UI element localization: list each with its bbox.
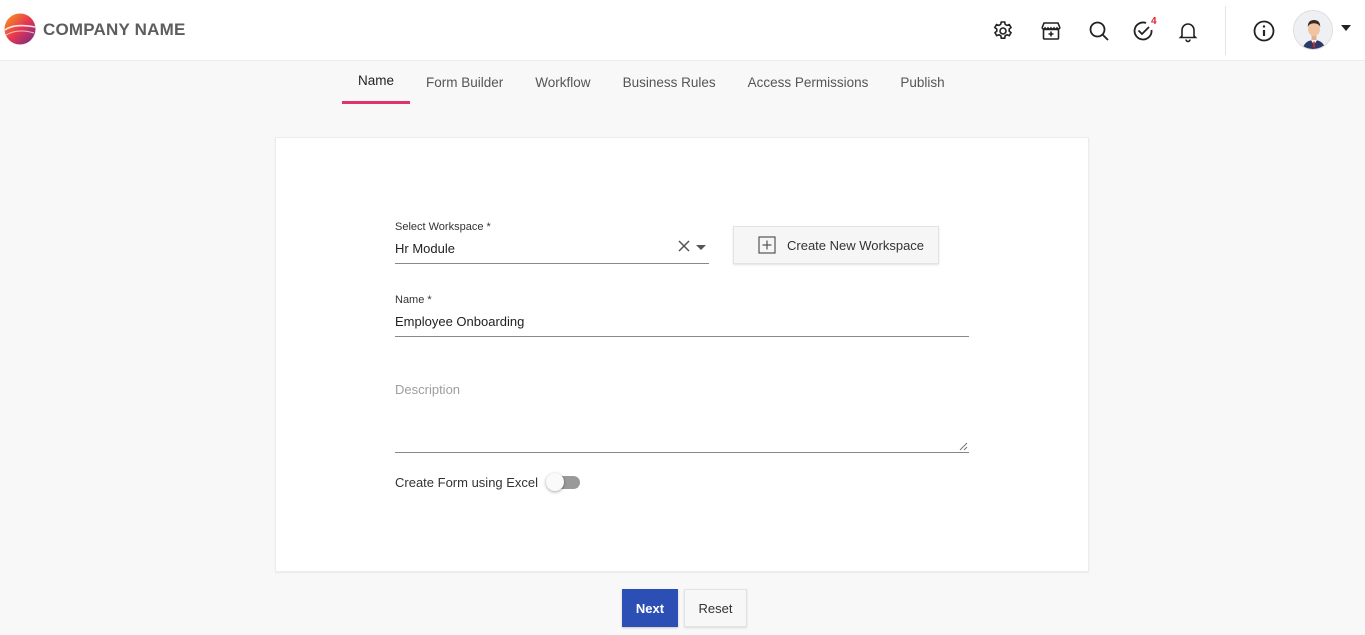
create-workspace-button[interactable]: Create New Workspace <box>733 226 939 264</box>
add-box-icon <box>758 236 776 254</box>
next-button[interactable]: Next <box>622 589 678 627</box>
bell-icon[interactable] <box>1175 18 1201 44</box>
form-card <box>275 137 1089 572</box>
tab-access-permissions[interactable]: Access Permissions <box>732 61 885 104</box>
workspace-select[interactable]: Hr Module <box>395 241 675 256</box>
toggle-knob <box>546 473 564 491</box>
workspace-chevron-down-icon[interactable] <box>696 245 706 250</box>
settings-gear-icon[interactable] <box>990 18 1016 44</box>
name-underline <box>395 336 969 337</box>
step-tabs: Name Form Builder Workflow Business Rule… <box>342 61 961 104</box>
reset-button[interactable]: Reset <box>684 589 747 627</box>
description-textarea[interactable]: Description <box>395 382 460 397</box>
company-logo-icon <box>4 13 36 45</box>
tab-form-builder[interactable]: Form Builder <box>410 61 519 104</box>
user-avatar-icon <box>1294 11 1332 49</box>
user-menu-chevron-down-icon[interactable] <box>1341 25 1351 31</box>
header-divider <box>1225 6 1226 55</box>
workspace-label: Select Workspace * <box>395 221 491 233</box>
info-icon[interactable] <box>1251 18 1277 44</box>
top-header: COMPANY NAME 4 <box>0 0 1365 61</box>
store-add-icon[interactable] <box>1038 18 1064 44</box>
name-label: Name * <box>395 294 432 306</box>
resize-handle-icon[interactable] <box>958 441 968 451</box>
excel-toggle[interactable] <box>546 473 580 491</box>
tab-name[interactable]: Name <box>342 61 411 104</box>
tab-business-rules[interactable]: Business Rules <box>607 61 732 104</box>
user-avatar[interactable] <box>1293 10 1333 50</box>
workspace-underline <box>395 263 709 264</box>
excel-toggle-label: Create Form using Excel <box>395 475 539 490</box>
search-icon[interactable] <box>1086 18 1112 44</box>
clear-icon[interactable] <box>677 239 691 253</box>
create-workspace-label: Create New Workspace <box>787 237 925 253</box>
name-input[interactable]: Employee Onboarding <box>395 314 969 329</box>
description-underline <box>395 452 969 453</box>
tab-publish[interactable]: Publish <box>884 61 960 104</box>
company-name: COMPANY NAME <box>43 20 186 39</box>
notification-badge: 4 <box>1151 16 1157 27</box>
tab-workflow[interactable]: Workflow <box>519 61 606 104</box>
